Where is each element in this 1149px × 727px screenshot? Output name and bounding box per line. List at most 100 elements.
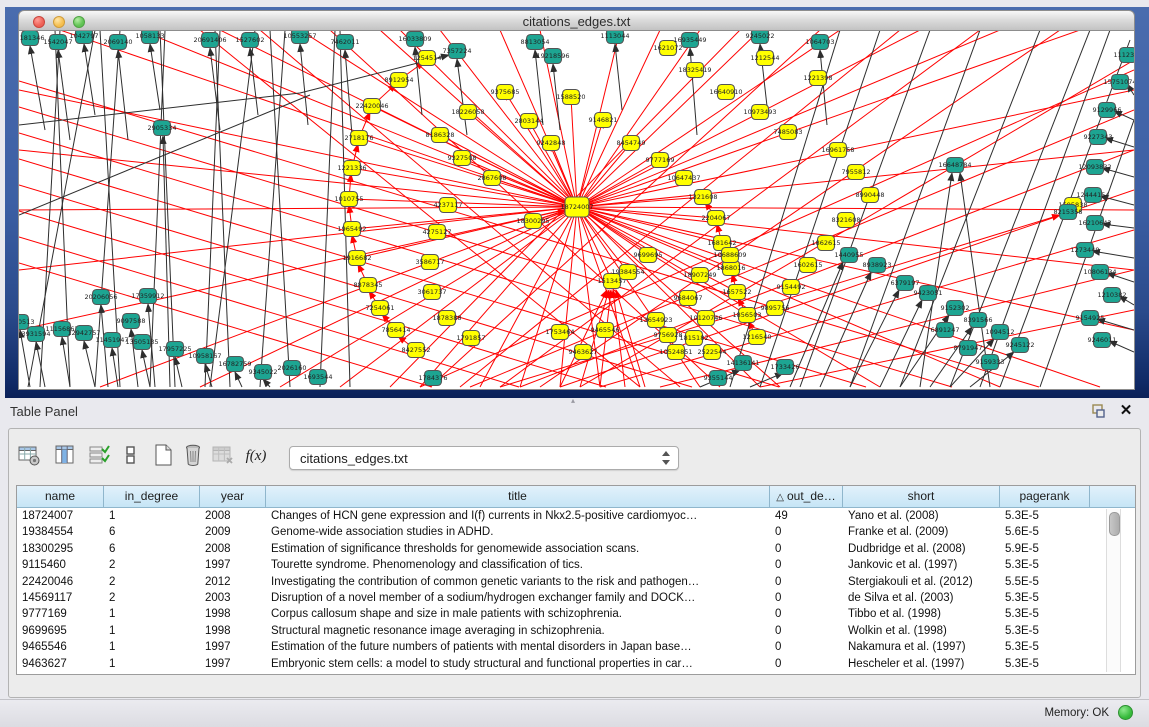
network-node[interactable]: 3061737: [418, 285, 447, 300]
network-node[interactable]: 8938923: [863, 258, 892, 273]
column-header-year[interactable]: year: [200, 486, 266, 507]
network-edge[interactable]: [84, 341, 95, 387]
network-node[interactable]: 9242848: [537, 136, 566, 151]
table-row[interactable]: 1938455462009Genome-wide association stu…: [17, 524, 1135, 540]
network-node[interactable]: 8912954: [385, 73, 414, 88]
select-all-rows-icon[interactable]: [87, 443, 113, 469]
network-node[interactable]: 1440955: [835, 248, 864, 263]
table-vertical-scrollbar[interactable]: [1106, 509, 1121, 672]
network-node[interactable]: 10553257: [283, 31, 316, 44]
network-node[interactable]: 8391566: [964, 313, 993, 328]
network-node[interactable]: 9246011: [1088, 333, 1117, 348]
network-node[interactable]: 18226058: [451, 105, 484, 120]
close-panel-icon[interactable]: ✕: [1117, 403, 1135, 419]
table-row[interactable]: 1830029562008Estimation of significance …: [17, 541, 1135, 557]
table-selector-dropdown[interactable]: citations_edges.txt: [289, 446, 679, 470]
network-node[interactable]: 1965492: [338, 222, 367, 237]
table-row[interactable]: 977716911998Corpus callosum shape and si…: [17, 606, 1135, 622]
network-edge[interactable]: [577, 31, 1000, 207]
network-node[interactable]: 1210382: [1098, 288, 1127, 303]
network-node[interactable]: 7357224: [443, 44, 472, 59]
network-node[interactable]: 1527602: [236, 33, 265, 48]
network-node[interactable]: 20691406: [193, 33, 226, 48]
network-edge[interactable]: [235, 372, 242, 387]
network-node[interactable]: 9245122: [1006, 338, 1035, 353]
memory-status-indicator-icon[interactable]: [1118, 705, 1133, 720]
network-edge[interactable]: [118, 50, 128, 140]
network-node[interactable]: 1588520: [557, 90, 586, 105]
delete-table-icon[interactable]: [211, 443, 237, 469]
network-node[interactable]: 10806134: [1083, 265, 1116, 280]
new-column-icon[interactable]: [151, 443, 177, 469]
unselect-all-rows-icon[interactable]: [119, 443, 145, 469]
column-header-pagerank[interactable]: pagerank: [1000, 486, 1090, 507]
table-row[interactable]: 969969511998Structural magnetic resonanc…: [17, 623, 1135, 639]
network-edge[interactable]: [19, 207, 577, 210]
network-node[interactable]: 10120746: [689, 311, 722, 326]
scrollbar-thumb[interactable]: [1109, 512, 1120, 536]
network-node[interactable]: 8813054: [521, 35, 550, 50]
network-node[interactable]: 8990448: [856, 188, 885, 203]
network-node[interactable]: 20206056: [84, 290, 117, 305]
table-row[interactable]: 911546021997Tourette syndrome. Phenomeno…: [17, 557, 1135, 573]
network-node[interactable]: 8878345: [354, 278, 383, 293]
table-row[interactable]: 1456911722003Disruption of a novel membe…: [17, 590, 1135, 606]
network-node[interactable]: 8791947: [954, 341, 983, 356]
network-node[interactable]: 13505135: [125, 335, 158, 350]
network-node[interactable]: 1221398: [804, 71, 833, 86]
network-edge[interactable]: [577, 31, 920, 207]
network-edge[interactable]: [250, 48, 258, 115]
network-node[interactable]: 1010755: [335, 192, 364, 207]
network-node[interactable]: 2069140: [104, 35, 133, 50]
network-node[interactable]: 2204067: [702, 211, 731, 226]
network-graph[interactable]: 1872400718300295151345719384554969969593…: [19, 31, 1134, 388]
network-node[interactable]: 9154492: [777, 280, 806, 295]
column-header-name[interactable]: name: [17, 486, 104, 507]
float-panel-icon[interactable]: [1089, 403, 1107, 419]
column-header-in_degree[interactable]: in_degree: [104, 486, 200, 507]
table-row[interactable]: 1872400712008Changes of HCN gene express…: [17, 508, 1135, 524]
network-edge[interactable]: [920, 173, 952, 387]
network-edge[interactable]: [457, 59, 467, 135]
network-node[interactable]: 9154925: [1076, 311, 1105, 326]
network-node[interactable]: 2718176: [345, 131, 374, 146]
network-edge[interactable]: [263, 379, 270, 387]
network-node[interactable]: 9245022: [746, 31, 775, 44]
network-node[interactable]: 7856414: [382, 323, 411, 338]
column-header-out_de[interactable]: △out_de…: [770, 486, 843, 507]
network-node[interactable]: 1753464: [546, 325, 575, 340]
function-builder-icon[interactable]: f(x): [243, 443, 269, 469]
network-node[interactable]: 8321608: [832, 213, 861, 228]
network-node[interactable]: 1321608: [689, 190, 718, 205]
network-node[interactable]: 1113044: [601, 31, 630, 44]
network-node[interactable]: 1542047: [44, 35, 73, 50]
network-node[interactable]: 9152302: [941, 301, 970, 316]
network-node[interactable]: 18724007: [560, 197, 593, 217]
network-node[interactable]: 3586717: [416, 255, 445, 270]
table-options-icon[interactable]: [17, 443, 43, 469]
network-node[interactable]: 12093832: [1078, 160, 1111, 175]
network-node[interactable]: 9129966: [1093, 103, 1122, 118]
network-node[interactable]: 9159333: [976, 355, 1005, 370]
table-row[interactable]: 946362711997Embryonic stem cells: a mode…: [17, 656, 1135, 672]
network-window-titlebar[interactable]: citations_edges.txt: [18, 10, 1135, 31]
network-node[interactable]: 1273449: [1071, 243, 1100, 258]
network-node[interactable]: 9327508: [448, 151, 477, 166]
network-node[interactable]: 8427552: [402, 343, 431, 358]
network-edge[interactable]: [820, 50, 827, 125]
network-node[interactable]: 16210643: [1078, 216, 1111, 231]
network-edge[interactable]: [58, 50, 70, 140]
split-pane-handle[interactable]: ▴: [566, 399, 580, 404]
network-edge[interactable]: [577, 207, 1134, 210]
network-node[interactable]: 9375685: [491, 85, 520, 100]
network-edge[interactable]: [200, 207, 577, 387]
column-header-title[interactable]: title: [266, 486, 770, 507]
network-node[interactable]: 7485083: [774, 125, 803, 140]
network-node[interactable]: 7254061: [366, 301, 395, 316]
network-edge[interactable]: [150, 44, 160, 110]
network-node[interactable]: 1112344: [1114, 48, 1134, 63]
table-row[interactable]: 2242004622012Investigating the contribut…: [17, 574, 1135, 590]
network-node[interactable]: 1856503: [733, 308, 762, 323]
column-header-short[interactable]: short: [843, 486, 1000, 507]
network-node[interactable]: 14136141: [726, 356, 759, 371]
